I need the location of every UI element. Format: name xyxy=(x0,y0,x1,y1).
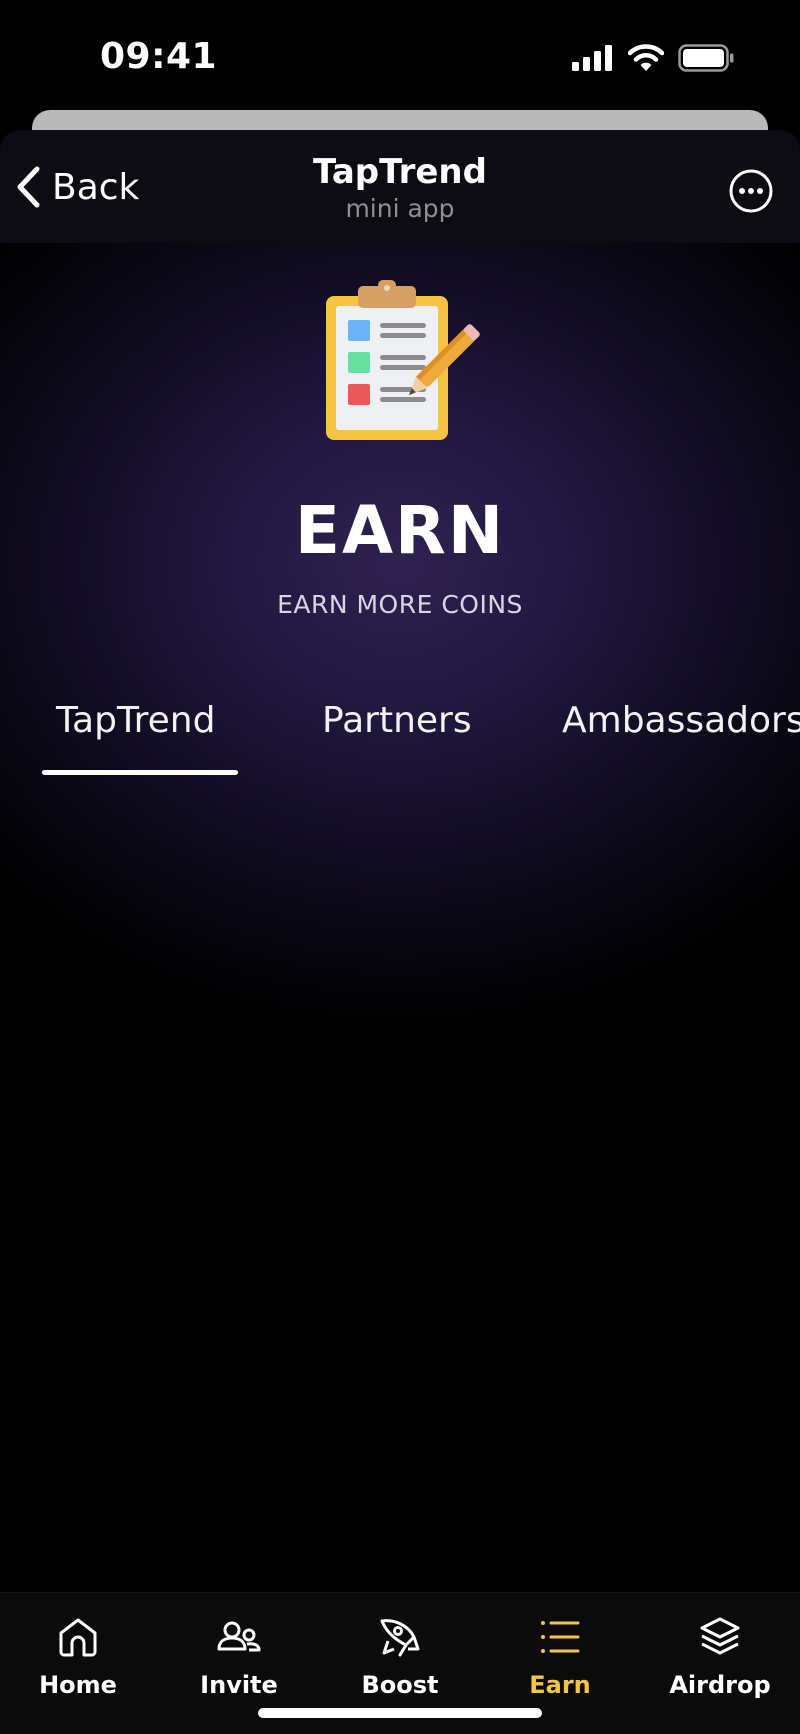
list-icon xyxy=(541,1621,580,1653)
more-options-icon[interactable] xyxy=(728,168,774,214)
background-glow xyxy=(0,130,800,1030)
page-subtitle: EARN MORE COINS xyxy=(277,590,523,619)
active-tab-indicator xyxy=(42,770,238,775)
nav-label-home: Home xyxy=(39,1671,117,1699)
battery-icon xyxy=(678,44,734,72)
app-title: TapTrend xyxy=(313,152,487,192)
tab-taptrend[interactable]: TapTrend xyxy=(56,700,215,780)
rocket-icon xyxy=(380,1619,420,1657)
clipboard-checklist-icon xyxy=(326,280,480,440)
home-icon xyxy=(59,1618,97,1657)
status-icons xyxy=(572,44,734,72)
tab-partners[interactable]: Partners xyxy=(322,700,472,780)
nav-header: Back TapTrend mini app xyxy=(0,130,800,243)
nav-label-boost: Boost xyxy=(361,1671,439,1699)
status-bar: 09:41 xyxy=(0,0,800,110)
nav-item-home[interactable]: Home xyxy=(8,1593,148,1734)
status-time: 09:41 xyxy=(100,36,218,77)
nav-label-airdrop: Airdrop xyxy=(669,1671,771,1699)
users-icon xyxy=(217,1621,261,1652)
app-subtitle: mini app xyxy=(345,194,455,223)
cellular-signal-icon xyxy=(572,45,612,71)
nav-label-invite: Invite xyxy=(200,1671,278,1699)
nav-label-earn: Earn xyxy=(529,1671,591,1699)
home-indicator xyxy=(258,1708,542,1718)
wifi-icon xyxy=(628,44,664,71)
tab-ambassadors[interactable]: Ambassadors xyxy=(562,700,800,780)
page-title: EARN xyxy=(294,492,506,569)
layers-icon xyxy=(700,1617,740,1655)
bottom-nav: Home Invite Boost Earn Airdrop xyxy=(0,1592,800,1734)
tab-bar: TapTrend Partners Ambassadors xyxy=(0,700,800,790)
mini-app-sheet: Back TapTrend mini app EARN EARN MORE CO… xyxy=(0,130,800,1734)
nav-item-airdrop[interactable]: Airdrop xyxy=(650,1593,790,1734)
